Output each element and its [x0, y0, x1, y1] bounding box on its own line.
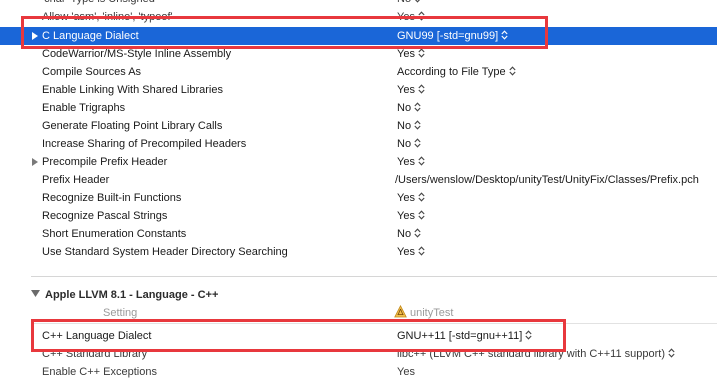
setting-value[interactable]: No: [397, 117, 421, 135]
disclosure-triangle-icon[interactable]: [31, 27, 41, 45]
setting-row-allow-asm[interactable]: Allow 'asm', 'inline', 'typeof' Yes: [0, 8, 717, 26]
setting-name: Use Standard System Header Directory Sea…: [42, 246, 288, 258]
setting-value[interactable]: Yes: [397, 45, 425, 63]
setting-row-floating-point-calls[interactable]: Generate Floating Point Library Calls No: [0, 117, 717, 135]
column-header-target: unityTest: [394, 305, 453, 321]
updown-chevron-icon[interactable]: [414, 120, 421, 130]
column-header-setting: Setting: [103, 307, 138, 319]
updown-chevron-icon[interactable]: [418, 210, 425, 220]
setting-row-cpp-exceptions[interactable]: Enable C++ Exceptions Yes: [0, 363, 717, 381]
setting-value[interactable]: Yes: [397, 207, 425, 225]
setting-name: Precompile Prefix Header: [42, 156, 168, 168]
setting-name: Recognize Built-in Functions: [42, 192, 182, 204]
setting-name: Short Enumeration Constants: [42, 228, 187, 240]
setting-name: Enable Linking With Shared Libraries: [42, 84, 223, 96]
setting-row-cpp-language-dialect[interactable]: C++ Language Dialect GNU++11 [-std=gnu++…: [0, 327, 717, 345]
setting-value[interactable]: Yes: [397, 81, 425, 99]
setting-value[interactable]: GNU99 [-std=gnu99]: [397, 27, 508, 45]
setting-name: Recognize Pascal Strings: [42, 210, 168, 222]
setting-name: Increase Sharing of Precompiled Headers: [42, 138, 247, 150]
setting-row-compile-sources-as[interactable]: Compile Sources As According to File Typ…: [0, 63, 717, 81]
setting-row-short-enum[interactable]: Short Enumeration Constants No: [0, 225, 717, 243]
setting-value[interactable]: Yes: [397, 243, 425, 261]
updown-chevron-icon[interactable]: [418, 48, 425, 58]
updown-chevron-icon[interactable]: [501, 30, 508, 40]
target-name: unityTest: [410, 307, 454, 319]
setting-name: Compile Sources As: [42, 66, 142, 78]
updown-chevron-icon[interactable]: [418, 84, 425, 94]
updown-chevron-icon[interactable]: [414, 0, 421, 3]
setting-value[interactable]: No: [397, 99, 421, 117]
updown-chevron-icon[interactable]: [418, 11, 425, 21]
section-title: Apple LLVM 8.1 - Language - C++: [45, 289, 219, 301]
setting-value[interactable]: /Users/wenslow/Desktop/unityTest/UnityFi…: [395, 171, 699, 189]
setting-value[interactable]: GNU++11 [-std=gnu++11]: [397, 327, 532, 345]
setting-row-enable-linking[interactable]: Enable Linking With Shared Libraries Yes: [0, 81, 717, 99]
setting-value[interactable]: No: [397, 225, 421, 243]
setting-name: C Language Dialect: [42, 30, 139, 42]
updown-chevron-icon[interactable]: [418, 192, 425, 202]
setting-name: CodeWarrior/MS-Style Inline Assembly: [42, 48, 232, 60]
setting-name: Enable C++ Exceptions: [42, 366, 157, 378]
setting-row-enable-trigraphs[interactable]: Enable Trigraphs No: [0, 99, 717, 117]
setting-row-char-unsigned[interactable]: 'char' Type is Unsigned No: [0, 0, 717, 8]
setting-row-pascal-strings[interactable]: Recognize Pascal Strings Yes: [0, 207, 717, 225]
setting-value[interactable]: Yes: [397, 153, 425, 171]
setting-row-precompile-prefix[interactable]: Precompile Prefix Header Yes: [0, 153, 717, 171]
setting-value[interactable]: Yes: [397, 189, 425, 207]
updown-chevron-icon[interactable]: [418, 156, 425, 166]
updown-chevron-icon[interactable]: [509, 66, 516, 76]
setting-row-cpp-standard-library[interactable]: C++ Standard Library libc++ (LLVM C++ st…: [0, 345, 717, 363]
updown-chevron-icon[interactable]: [418, 246, 425, 256]
setting-value[interactable]: Yes: [397, 8, 425, 26]
updown-chevron-icon[interactable]: [414, 102, 421, 112]
setting-row-builtin-functions[interactable]: Recognize Built-in Functions Yes: [0, 189, 717, 207]
setting-name: Prefix Header: [42, 174, 110, 186]
setting-row-codewarrior[interactable]: CodeWarrior/MS-Style Inline Assembly Yes: [0, 45, 717, 63]
setting-name: Generate Floating Point Library Calls: [42, 120, 223, 132]
setting-value[interactable]: Yes: [397, 363, 415, 381]
updown-chevron-icon[interactable]: [525, 330, 532, 340]
setting-value[interactable]: No: [397, 135, 421, 153]
setting-name: Enable Trigraphs: [42, 102, 126, 114]
setting-row-prefix-header[interactable]: Prefix Header /Users/wenslow/Desktop/uni…: [0, 171, 717, 189]
setting-row-standard-header-search[interactable]: Use Standard System Header Directory Sea…: [0, 243, 717, 261]
disclosure-triangle-icon[interactable]: [31, 153, 41, 171]
column-header-divider: [31, 323, 717, 324]
setting-row-c-language-dialect[interactable]: C Language Dialect GNU99 [-std=gnu99]: [0, 27, 717, 45]
setting-row-increase-sharing[interactable]: Increase Sharing of Precompiled Headers …: [0, 135, 717, 153]
setting-name: 'char' Type is Unsigned: [42, 0, 155, 8]
updown-chevron-icon[interactable]: [668, 348, 675, 358]
setting-name: C++ Standard Library: [42, 348, 148, 360]
setting-value[interactable]: According to File Type: [397, 63, 516, 81]
updown-chevron-icon[interactable]: [414, 138, 421, 148]
setting-value[interactable]: libc++ (LLVM C++ standard library with C…: [397, 345, 675, 363]
disclosure-triangle-icon[interactable]: [31, 290, 40, 298]
updown-chevron-icon[interactable]: [414, 228, 421, 238]
setting-value[interactable]: No: [397, 0, 421, 8]
app-target-icon: [394, 305, 407, 318]
section-header-cpp[interactable]: Apple LLVM 8.1 - Language - C++: [31, 286, 218, 304]
setting-name: Allow 'asm', 'inline', 'typeof': [42, 11, 173, 23]
setting-name: C++ Language Dialect: [42, 330, 152, 342]
